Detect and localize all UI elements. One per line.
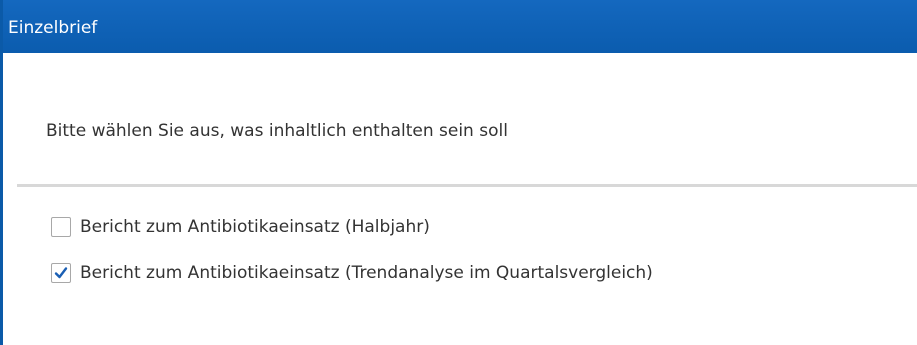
dialog-title-bar: Einzelbrief — [3, 0, 917, 53]
option-trendanalyse[interactable]: Bericht zum Antibiotikaeinsatz (Trendana… — [51, 262, 653, 284]
checkmark-icon — [54, 267, 68, 279]
option-halbjahr-label: Bericht zum Antibiotikaeinsatz (Halbjahr… — [80, 217, 430, 237]
option-halbjahr[interactable]: Bericht zum Antibiotikaeinsatz (Halbjahr… — [51, 216, 430, 238]
checkbox-trendanalyse[interactable] — [51, 263, 71, 283]
instruction-text: Bitte wählen Sie aus, was inhaltlich ent… — [46, 121, 508, 141]
checkbox-halbjahr[interactable] — [51, 217, 71, 237]
einzelbrief-dialog: Einzelbrief Bitte wählen Sie aus, was in… — [0, 0, 917, 345]
dialog-title: Einzelbrief — [8, 18, 98, 38]
section-divider — [17, 184, 917, 187]
option-trendanalyse-label: Bericht zum Antibiotikaeinsatz (Trendana… — [80, 263, 653, 283]
